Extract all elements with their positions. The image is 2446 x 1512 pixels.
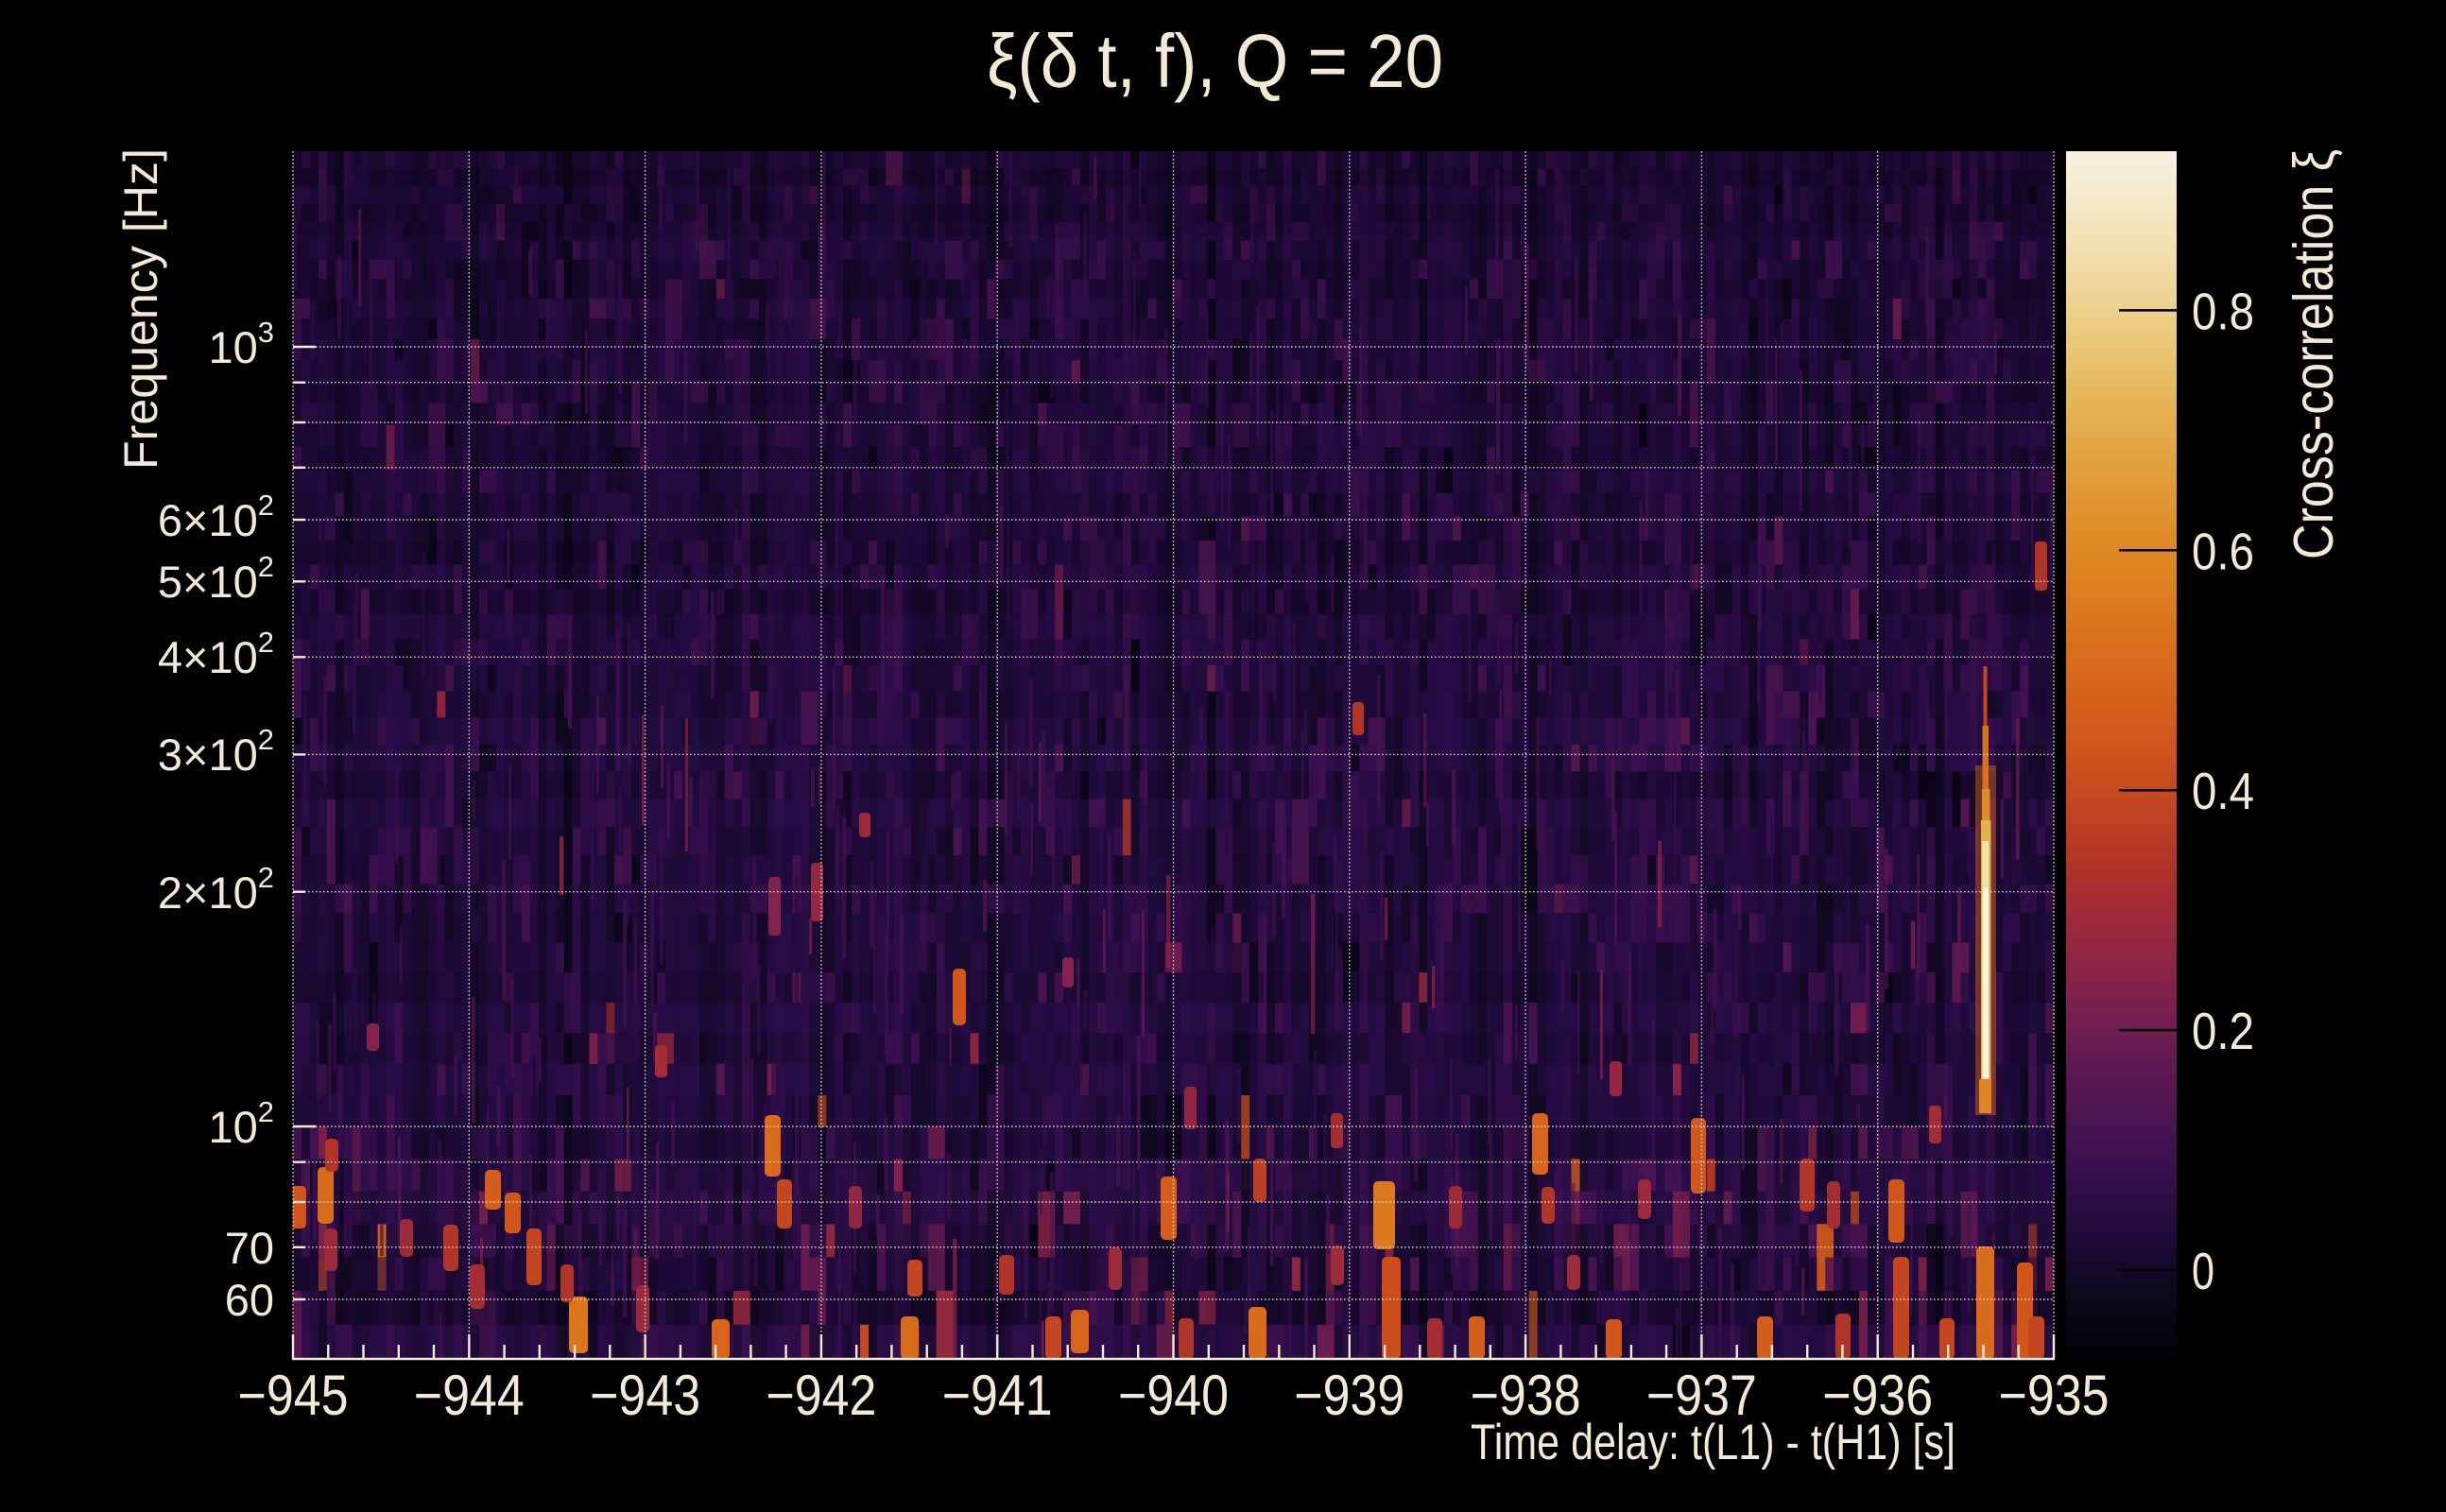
svg-text:−943: −943 <box>590 1364 700 1427</box>
svg-text:0.6: 0.6 <box>2192 522 2254 580</box>
svg-text:0.2: 0.2 <box>2192 1002 2254 1060</box>
svg-text:0.4: 0.4 <box>2192 762 2254 820</box>
svg-text:4×102: 4×102 <box>158 626 274 682</box>
svg-text:Frequency [Hz]: Frequency [Hz] <box>114 148 167 470</box>
svg-text:0.8: 0.8 <box>2192 282 2254 340</box>
svg-text:−941: −941 <box>942 1364 1053 1427</box>
svg-text:60: 60 <box>225 1275 274 1325</box>
svg-text:5×102: 5×102 <box>158 550 274 607</box>
svg-text:−945: −945 <box>238 1364 349 1427</box>
svg-text:0: 0 <box>2192 1242 2214 1300</box>
svg-text:3×102: 3×102 <box>158 723 274 780</box>
svg-text:ξ(δ t, f), Q = 20: ξ(δ t, f), Q = 20 <box>987 19 1443 103</box>
svg-text:−935: −935 <box>1999 1364 2110 1427</box>
svg-text:Time delay: t(L1) - t(H1) [s]: Time delay: t(L1) - t(H1) [s] <box>1471 1415 1955 1470</box>
svg-text:−944: −944 <box>414 1364 525 1427</box>
svg-text:Cross-correlation ξ: Cross-correlation ξ <box>2282 149 2345 559</box>
svg-text:−939: −939 <box>1294 1364 1404 1427</box>
svg-text:−940: −940 <box>1118 1364 1229 1427</box>
svg-text:2×102: 2×102 <box>158 861 274 918</box>
svg-text:70: 70 <box>225 1223 274 1273</box>
svg-text:6×102: 6×102 <box>158 489 274 545</box>
svg-text:−942: −942 <box>766 1364 876 1427</box>
